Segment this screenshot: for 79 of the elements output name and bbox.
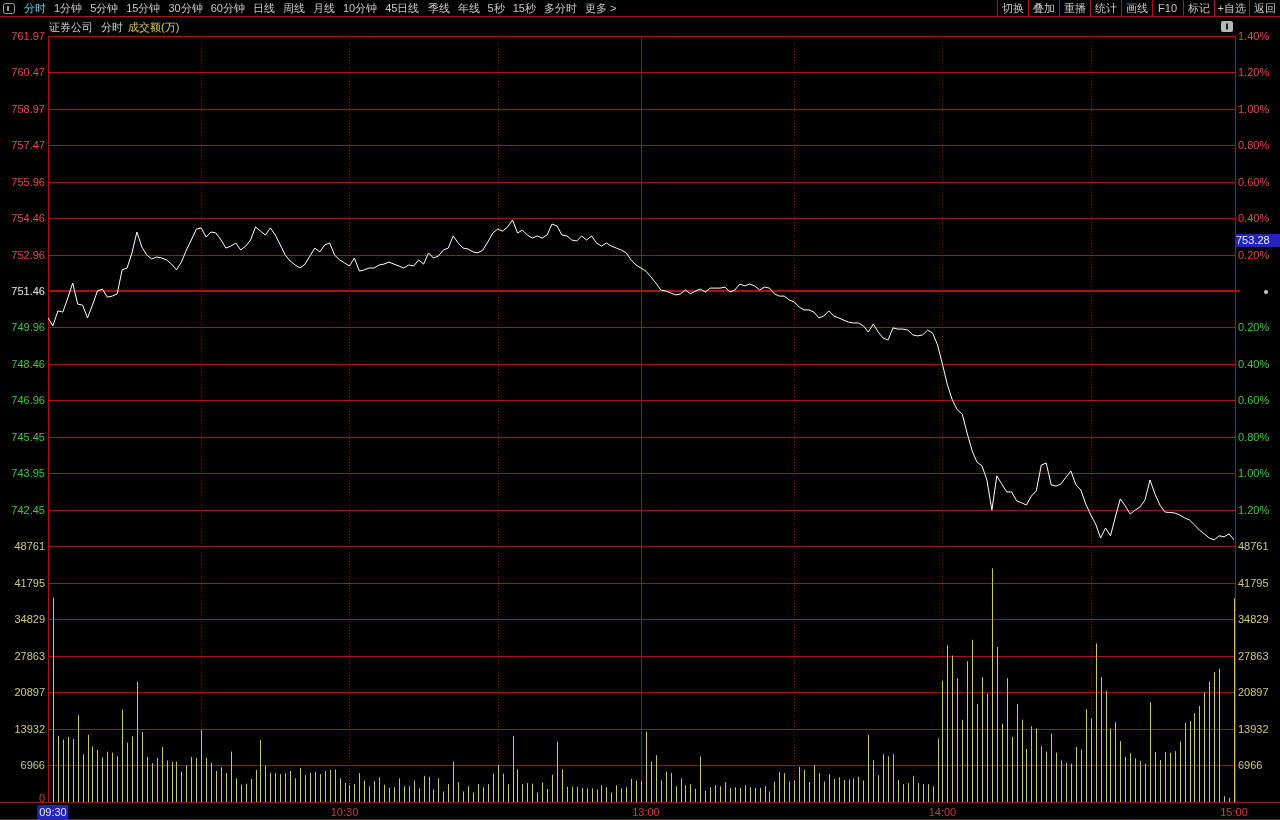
price-axis-label: 748.46 xyxy=(11,356,45,371)
time-axis-label: 10:30 xyxy=(329,805,360,819)
volume-axis-label: 34829 xyxy=(1238,612,1269,627)
period-tab[interactable]: 5分钟 xyxy=(90,0,119,16)
volume-axis-label: 13932 xyxy=(1238,721,1269,736)
volume-axis-label: 13932 xyxy=(14,721,45,736)
volume-axis-label: 20897 xyxy=(1238,685,1269,700)
security-name: 证券公司 xyxy=(49,19,93,34)
toolbar-button[interactable]: 切换 xyxy=(996,0,1028,16)
volume-label: 成交额(万) xyxy=(128,19,180,34)
time-axis-label: 15:00 xyxy=(1219,805,1249,819)
price-axis-label: 751.46 xyxy=(11,284,45,298)
period-tab[interactable]: 45日线 xyxy=(385,0,420,16)
period-tab[interactable]: 多分时 xyxy=(543,0,577,16)
toolbar-button[interactable]: 画线 xyxy=(1120,0,1152,16)
percent-axis-label: 1.20% xyxy=(1238,502,1270,517)
price-axis-label: 745.45 xyxy=(11,429,45,444)
period-tab[interactable]: 30分钟 xyxy=(168,0,203,16)
price-axis-label: 758.97 xyxy=(11,101,45,116)
toolbar-button[interactable]: +自选 xyxy=(1213,0,1249,16)
percent-axis-label: 0.80% xyxy=(1238,429,1270,444)
volume-axis-label: 41795 xyxy=(1238,575,1269,590)
toolbar-button[interactable]: 叠加 xyxy=(1027,0,1059,16)
toolbar-button[interactable]: 返回 xyxy=(1249,0,1280,16)
panel-icon[interactable] xyxy=(1221,21,1233,32)
volume-axis-label: 6966 xyxy=(1238,758,1263,773)
period-tab[interactable]: 年线 xyxy=(457,0,480,16)
price-axis-label: 752.96 xyxy=(11,247,45,262)
percent-axis-label: 0.40% xyxy=(1238,356,1270,371)
volume-axis-label: 27863 xyxy=(14,648,45,663)
time-axis-label: 09:30 xyxy=(37,805,69,819)
percent-axis-label: 1.40% xyxy=(1238,29,1270,43)
period-tab[interactable]: 更多 > xyxy=(584,0,617,16)
period-tab[interactable]: 月线 xyxy=(313,0,335,16)
volume-axis-label: 20897 xyxy=(14,685,45,700)
percent-axis-label: 0.20% xyxy=(1238,320,1270,335)
percent-axis-label: 0.20% xyxy=(1238,247,1270,262)
price-axis-label: 761.97 xyxy=(11,29,45,43)
price-axis-label: 755.96 xyxy=(11,174,45,189)
period-tab[interactable]: 15分钟 xyxy=(126,0,161,16)
period-tab[interactable]: 1分钟 xyxy=(54,0,83,16)
price-axis-label: 757.47 xyxy=(11,138,45,153)
volume-axis-label: 6966 xyxy=(20,758,45,773)
period-tab[interactable]: 分时 xyxy=(24,0,46,16)
toolbar-button[interactable]: 标记 xyxy=(1182,0,1214,16)
period-tab[interactable]: 60分钟 xyxy=(210,0,245,16)
toolbar-button[interactable]: 重播 xyxy=(1058,0,1090,16)
price-axis-label: 749.96 xyxy=(11,320,45,335)
time-axis-label: 14:00 xyxy=(927,805,958,819)
volume-axis-label: 41795 xyxy=(14,575,45,590)
toolbar-button[interactable]: 统计 xyxy=(1089,0,1121,16)
period-tab[interactable]: 周线 xyxy=(283,0,305,16)
period-tab[interactable]: 日线 xyxy=(253,0,275,16)
percent-axis-label: 0.40% xyxy=(1238,211,1270,226)
percent-axis-label: 1.20% xyxy=(1238,65,1270,80)
period-tab[interactable]: 季线 xyxy=(427,0,450,16)
period-label: 分时 xyxy=(101,19,123,34)
panel-icon[interactable] xyxy=(3,2,15,14)
period-tab[interactable]: 15秒 xyxy=(512,0,536,16)
volume-axis-label: 27863 xyxy=(1238,648,1269,663)
price-axis-label: 746.96 xyxy=(11,393,45,408)
percent-axis-label: 0.60% xyxy=(1238,393,1270,408)
volume-axis-label: 0 xyxy=(38,791,45,805)
percent-axis-label: 1.00% xyxy=(1238,466,1270,481)
percent-axis-label: 0.80% xyxy=(1238,138,1270,153)
percent-axis-label: 1.00% xyxy=(1238,101,1270,116)
toolbar-button[interactable]: F10 xyxy=(1151,0,1183,16)
price-axis-label: 743.95 xyxy=(11,466,45,481)
period-tab[interactable]: 5秒 xyxy=(487,0,505,16)
time-axis-label: 13:00 xyxy=(631,805,661,819)
volume-axis-label: 34829 xyxy=(14,612,45,627)
price-axis-label: 742.45 xyxy=(11,502,45,517)
price-axis-label: 760.47 xyxy=(11,65,45,80)
percent-axis-label: 0.60% xyxy=(1238,174,1270,189)
price-axis-label: 754.46 xyxy=(11,211,45,226)
volume-axis-label: 48761 xyxy=(1238,539,1269,553)
period-tab[interactable]: 10分钟 xyxy=(343,0,378,16)
price-tag: 753.28 xyxy=(1235,234,1280,247)
volume-axis-label: 48761 xyxy=(14,539,45,553)
